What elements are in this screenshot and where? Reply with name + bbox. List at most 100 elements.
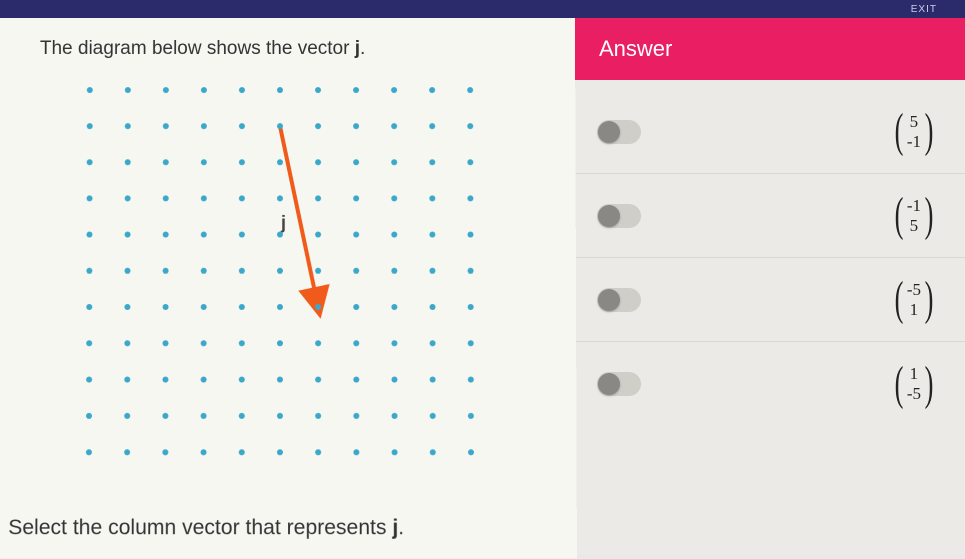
grid-dot	[468, 268, 474, 274]
grid-dot	[277, 340, 283, 346]
vector-top: -1	[907, 196, 921, 216]
answer-option[interactable]: ( 5 -1 )	[575, 90, 965, 174]
grid-dot	[429, 268, 435, 274]
grid-dot	[429, 159, 435, 165]
vector-diagram: j	[59, 70, 501, 472]
grid-dot	[468, 449, 474, 455]
grid-dot	[353, 195, 359, 201]
grid-dot	[353, 449, 359, 455]
grid-dot	[163, 195, 169, 201]
grid-dot	[391, 304, 397, 310]
grid-dot	[86, 340, 92, 346]
grid-dot	[124, 377, 130, 383]
grid-dot	[353, 340, 359, 346]
grid-dot	[201, 268, 207, 274]
grid-dot	[315, 377, 321, 383]
grid-dot	[467, 195, 473, 201]
grid-dot	[391, 195, 397, 201]
vector-top: -5	[907, 280, 921, 300]
grid-dot	[315, 340, 321, 346]
paren-right: )	[925, 196, 934, 234]
grid-dot	[239, 413, 245, 419]
grid-dot	[163, 159, 169, 165]
grid-dot	[467, 159, 473, 165]
vector-top: 1	[910, 364, 919, 384]
grid-dot	[468, 413, 474, 419]
option-toggle[interactable]	[597, 204, 641, 228]
column-vector: ( 5 -1 )	[891, 112, 937, 151]
grid-dot	[353, 413, 359, 419]
grid-dot	[239, 268, 245, 274]
grid-dot	[467, 87, 473, 93]
grid-dot	[163, 304, 169, 310]
grid-dot	[124, 268, 130, 274]
grid-dot	[391, 123, 397, 129]
answer-header: Answer	[575, 18, 965, 80]
topbar: EXIT	[0, 0, 965, 18]
grid-dot	[162, 413, 168, 419]
grid-dot	[277, 377, 283, 383]
vector-bottom: 1	[910, 300, 919, 320]
grid-dot	[239, 449, 245, 455]
option-toggle[interactable]	[597, 288, 641, 312]
grid-dot	[201, 87, 207, 93]
grid-dot	[87, 123, 93, 129]
option-toggle[interactable]	[597, 120, 641, 144]
grid-dot	[353, 232, 359, 238]
grid-dot	[163, 87, 169, 93]
answer-options: ( 5 -1 ) ( -1 5 )	[575, 80, 965, 436]
grid-dot	[391, 159, 397, 165]
grid-dot	[315, 87, 321, 93]
grid-dot	[86, 304, 92, 310]
paren-left: (	[894, 365, 903, 403]
vector-bottom: -5	[907, 384, 921, 404]
grid-dot	[315, 195, 321, 201]
paren-left: (	[894, 196, 903, 234]
grid-dot	[391, 268, 397, 274]
vector-bottom: -1	[907, 132, 921, 152]
grid-dot	[124, 304, 130, 310]
grid-dot	[353, 304, 359, 310]
grid-dot	[239, 195, 245, 201]
grid-dot	[429, 87, 435, 93]
grid-dot	[315, 413, 321, 419]
column-vector: ( -5 1 )	[891, 280, 937, 319]
exit-button[interactable]: EXIT	[911, 4, 937, 15]
grid-dot	[239, 377, 245, 383]
paren-left: (	[894, 280, 903, 318]
grid-dot	[315, 449, 321, 455]
answer-option[interactable]: ( -5 1 )	[575, 258, 965, 342]
grid-dot	[201, 413, 207, 419]
answer-option[interactable]: ( -1 5 )	[575, 174, 965, 258]
answer-option[interactable]: ( 1 -5 )	[575, 342, 965, 426]
question-title-text: The diagram below shows the vector	[40, 38, 355, 59]
main-layout: The diagram below shows the vector j. j …	[0, 18, 965, 555]
grid-dot	[468, 304, 474, 310]
column-vector: ( 1 -5 )	[891, 364, 937, 403]
question-title: The diagram below shows the vector j.	[40, 38, 545, 60]
grid-dot	[353, 87, 359, 93]
grid-dot	[125, 159, 131, 165]
grid-dot	[125, 87, 131, 93]
grid-dot	[468, 377, 474, 383]
grid-dot	[201, 123, 207, 129]
grid-dot	[124, 340, 130, 346]
option-toggle[interactable]	[597, 372, 641, 396]
grid-dot	[125, 232, 131, 238]
grid-dot	[468, 340, 474, 346]
grid-dot	[201, 232, 207, 238]
grid-dot	[87, 159, 93, 165]
paren-right: )	[925, 280, 934, 318]
grid-dot	[239, 340, 245, 346]
instruction-suffix: .	[398, 516, 404, 539]
grid-dot	[391, 87, 397, 93]
grid-dot	[315, 304, 321, 310]
grid-dot	[86, 268, 92, 274]
grid-dot	[201, 195, 207, 201]
grid-dot	[353, 268, 359, 274]
paren-left: (	[894, 112, 903, 150]
grid-dot	[277, 232, 283, 238]
grid-dot	[391, 340, 397, 346]
grid-dot	[201, 304, 207, 310]
paren-right: )	[925, 112, 934, 150]
